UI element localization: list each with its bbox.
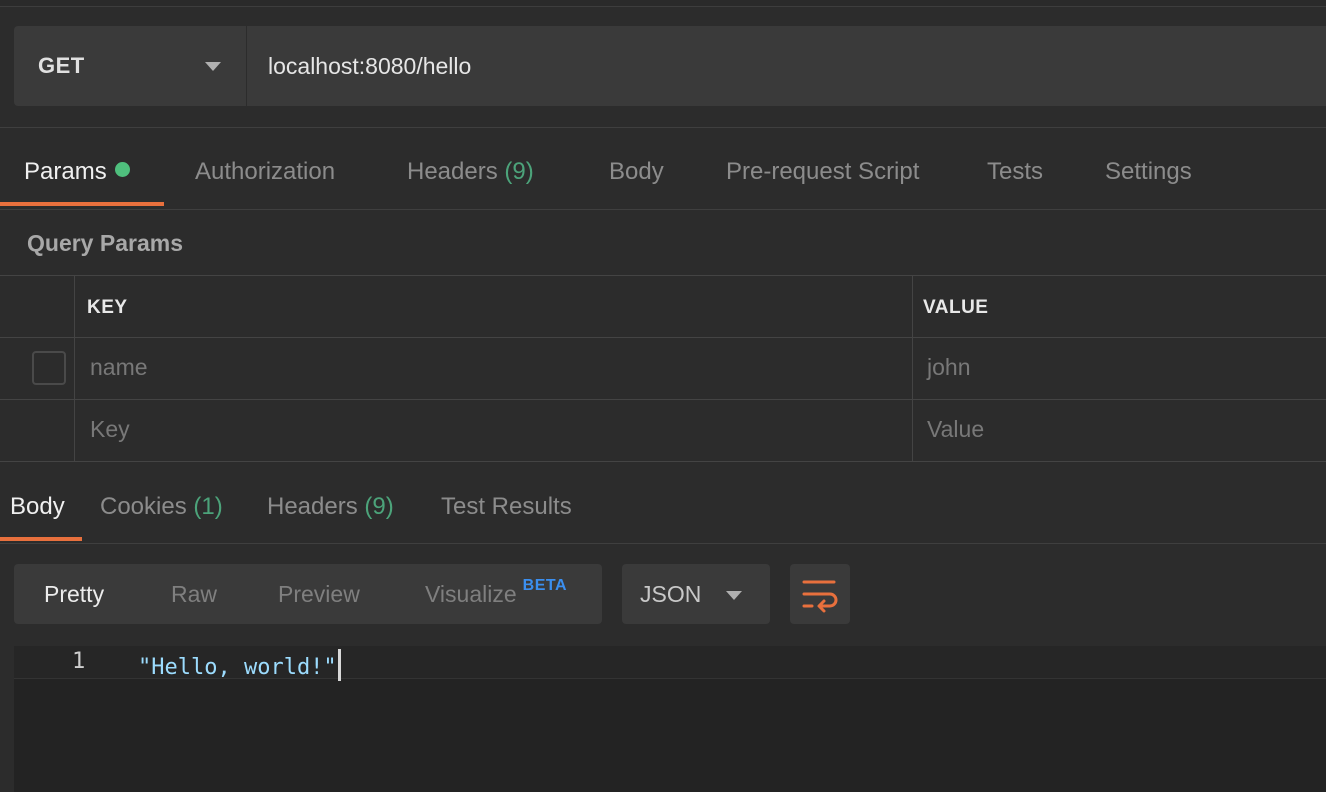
view-mode-group: Pretty Raw Preview Visualize BETA [14, 564, 602, 624]
wrap-lines-button[interactable] [790, 564, 850, 624]
tab-label: Pre-request Script [726, 158, 920, 185]
headers-count: (9) [504, 158, 534, 185]
tab-label: Authorization [195, 158, 336, 185]
param-key-cell[interactable]: name [90, 354, 148, 381]
table-border [912, 275, 913, 461]
method-select[interactable]: GET [14, 26, 247, 106]
tab-tests[interactable]: Tests [987, 158, 1043, 186]
json-string: "Hello, world!" [138, 655, 337, 680]
wrap-lines-icon [802, 580, 838, 613]
response-tabs: Body Cookies (1) Headers (9) Test Result… [0, 462, 1326, 544]
params-indicator-dot [114, 162, 130, 177]
view-label: Visualize [425, 581, 517, 607]
request-tabs: Params Authorization Headers (9) Body Pr… [0, 128, 1326, 209]
tab-label: Params [24, 158, 107, 185]
code-line: 1 "Hello, world!" [14, 646, 1326, 681]
response-tab-headers[interactable]: Headers (9) [267, 493, 394, 521]
table-border [0, 399, 1326, 400]
tab-label: Body [609, 158, 664, 185]
top-strip [0, 0, 1326, 7]
headers-count: (9) [364, 493, 394, 520]
tab-params[interactable]: Params [24, 158, 130, 186]
divider [0, 543, 1326, 544]
table-border [0, 275, 1326, 276]
view-raw-button[interactable]: Raw [171, 581, 217, 608]
new-param-key-input[interactable]: Key [90, 416, 130, 443]
active-tab-underline [0, 537, 82, 541]
response-tab-cookies[interactable]: Cookies (1) [100, 493, 223, 521]
response-body-editor[interactable]: 1 "Hello, world!" [14, 646, 1326, 792]
format-select[interactable]: JSON [622, 564, 770, 624]
view-label: Pretty [44, 581, 105, 607]
tab-body[interactable]: Body [609, 158, 664, 186]
params-table: KEY VALUE name john Key Value [0, 275, 1326, 462]
view-visualize-button[interactable]: Visualize BETA [425, 577, 567, 608]
tab-pre-request-script[interactable]: Pre-request Script [726, 158, 919, 186]
table-border [74, 275, 75, 461]
tab-label: Tests [987, 158, 1044, 185]
beta-badge: BETA [522, 577, 568, 594]
tab-label: Cookies [100, 493, 187, 520]
text-cursor [337, 649, 341, 681]
tab-headers[interactable]: Headers (9) [407, 158, 534, 186]
request-bar: GET [14, 26, 1326, 106]
code-text: "Hello, world!" [138, 649, 341, 681]
tab-label: Headers [407, 158, 498, 185]
chevron-down-icon [205, 62, 221, 71]
view-pretty-button[interactable]: Pretty [44, 581, 104, 608]
tab-label: Body [10, 493, 65, 520]
chevron-down-icon [726, 591, 742, 600]
query-params-title: Query Params [27, 230, 183, 256]
tab-label: Settings [1105, 158, 1192, 185]
method-label: GET [38, 53, 85, 78]
view-label: Preview [278, 581, 360, 607]
cookies-count: (1) [193, 493, 223, 520]
column-header-value: VALUE [923, 297, 989, 318]
tab-authorization[interactable]: Authorization [195, 158, 335, 186]
param-enabled-checkbox[interactable] [32, 351, 66, 385]
view-preview-button[interactable]: Preview [278, 581, 360, 608]
tab-settings[interactable]: Settings [1105, 158, 1192, 186]
divider [0, 209, 1326, 210]
response-tab-test-results[interactable]: Test Results [441, 493, 572, 521]
active-tab-underline [0, 202, 164, 206]
view-label: Raw [171, 581, 218, 607]
table-border [0, 337, 1326, 338]
param-value-cell[interactable]: john [927, 354, 970, 381]
tab-label: Test Results [441, 493, 572, 520]
format-label: JSON [640, 581, 702, 607]
response-tab-body[interactable]: Body [10, 493, 65, 521]
line-number: 1 [72, 649, 86, 674]
tab-label: Headers [267, 493, 358, 520]
column-header-key: KEY [87, 297, 128, 318]
new-param-value-input[interactable]: Value [927, 416, 984, 443]
url-input[interactable] [247, 26, 1326, 106]
